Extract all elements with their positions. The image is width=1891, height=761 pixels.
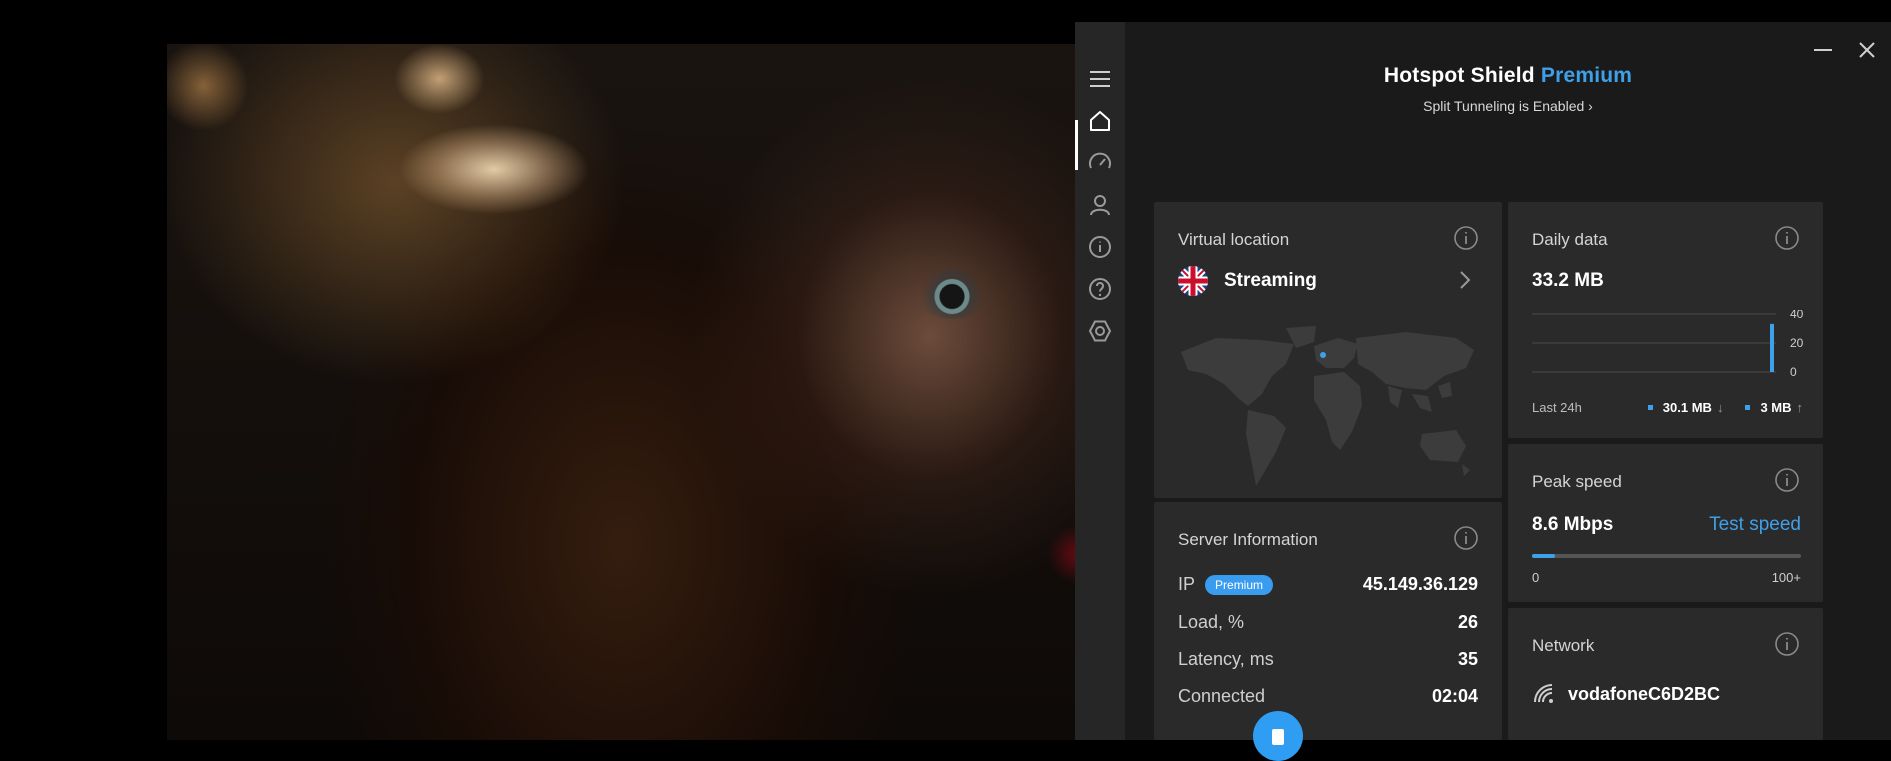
latency-value: 35 [1457,649,1478,669]
menu-icon[interactable] [1087,66,1113,92]
info-icon[interactable] [1452,224,1480,252]
y-tick-label: 20 [1790,336,1804,350]
speed-bar-fill [1532,554,1556,558]
y-tick-label: 0 [1790,365,1797,379]
premium-badge: Premium [1205,574,1274,595]
upload-swatch [1745,405,1751,410]
chevron-right-icon: › [1588,98,1593,114]
download-value: 30.1 MB [1662,400,1712,415]
daily-total: 33.2 MB [1532,270,1604,291]
server-info-card: Server Information IP Premium 45.149.36.… [1154,502,1502,740]
sidebar-active-indicator [1075,120,1078,170]
ip-value: 45.149.36.129 [1362,574,1478,594]
latency-row: Latency, ms 35 [1178,649,1478,670]
card-title: Network [1532,636,1595,655]
upload-arrow-icon: ↑ [1796,400,1804,415]
latency-label: Latency, ms [1178,649,1274,669]
info-icon[interactable] [1773,630,1801,658]
settings-icon[interactable] [1087,318,1113,344]
load-label: Load, % [1178,612,1245,632]
peak-speed-value: 8.6 Mbps [1532,514,1614,535]
home-icon[interactable] [1087,108,1113,134]
test-speed-link[interactable]: Test speed [1709,514,1801,536]
hotspot-shield-window: Hotspot Shield Premium Split Tunneling i… [1075,22,1891,740]
card-title: Virtual location [1178,230,1290,249]
connected-row: Connected 02:04 [1178,686,1478,707]
network-name: vodafoneC6D2BC [1568,684,1721,704]
video-lips-detail [1047,524,1075,584]
y-tick-label: 40 [1790,310,1804,321]
uk-flag-icon [1178,266,1208,296]
speed-min-label: 0 [1532,570,1540,585]
load-row: Load, % 26 [1178,612,1478,633]
card-title: Daily data [1532,230,1608,249]
data-bar [1770,323,1774,372]
split-tunneling-link[interactable]: Split Tunneling is Enabled › [1125,98,1891,114]
connected-label: Connected [1178,686,1266,706]
brand-name: Hotspot Shield [1383,64,1535,87]
speedometer-icon[interactable] [1087,150,1113,176]
card-title: Server Information [1178,530,1318,549]
daily-legend: Last 24h 30.1 MB ↓ 3 MB ↑ [1532,400,1803,415]
split-tunneling-label: Split Tunneling is Enabled [1423,98,1585,114]
video-eye-detail [917,269,987,319]
daily-data-chart: 40 20 0 [1532,310,1804,379]
sidebar [1075,22,1125,740]
wifi-icon [1532,682,1556,706]
info-icon[interactable] [1452,524,1480,552]
network-card: Network vodafoneC6D2BC [1508,608,1823,740]
speed-max-label: 100+ [1771,570,1801,585]
close-icon[interactable] [1855,38,1879,62]
download-arrow-icon: ↓ [1716,400,1724,415]
upload-legend: 3 MB ↑ [1745,400,1803,415]
connected-value: 02:04 [1431,686,1478,706]
chevron-right-icon[interactable] [1456,268,1474,292]
card-title: Peak speed [1532,472,1622,491]
load-value: 26 [1457,612,1478,632]
world-map [1176,324,1484,490]
help-icon[interactable] [1087,276,1113,302]
info-icon[interactable] [1773,224,1801,252]
location-name: Streaming [1224,270,1317,291]
upload-value: 3 MB [1760,400,1792,415]
brand-title: Hotspot Shield Premium [1125,64,1891,88]
download-legend: 30.1 MB ↓ [1647,400,1724,415]
info-icon[interactable] [1087,234,1113,260]
ip-row: IP Premium 45.149.36.129 [1178,574,1478,595]
brand-tier: Premium [1540,64,1633,87]
minimize-icon[interactable] [1811,38,1835,62]
ip-label: IP [1178,574,1196,594]
peak-speed-card: Peak speed 8.6 Mbps Test speed 0 100+ [1508,444,1823,602]
period-label: Last 24h [1532,400,1582,415]
stop-icon [1272,729,1284,745]
download-swatch [1647,405,1653,410]
info-icon[interactable] [1773,466,1801,494]
virtual-location-card[interactable]: Virtual location Streaming [1154,202,1502,498]
daily-data-card: Daily data 33.2 MB 40 20 0 Last 24h 30.1 M… [1508,202,1823,438]
account-icon[interactable] [1087,192,1113,218]
video-frame [167,44,1075,740]
disconnect-button[interactable] [1253,711,1303,761]
location-marker [1320,352,1326,358]
speed-bar-track [1532,554,1801,558]
window-controls [1811,38,1879,62]
